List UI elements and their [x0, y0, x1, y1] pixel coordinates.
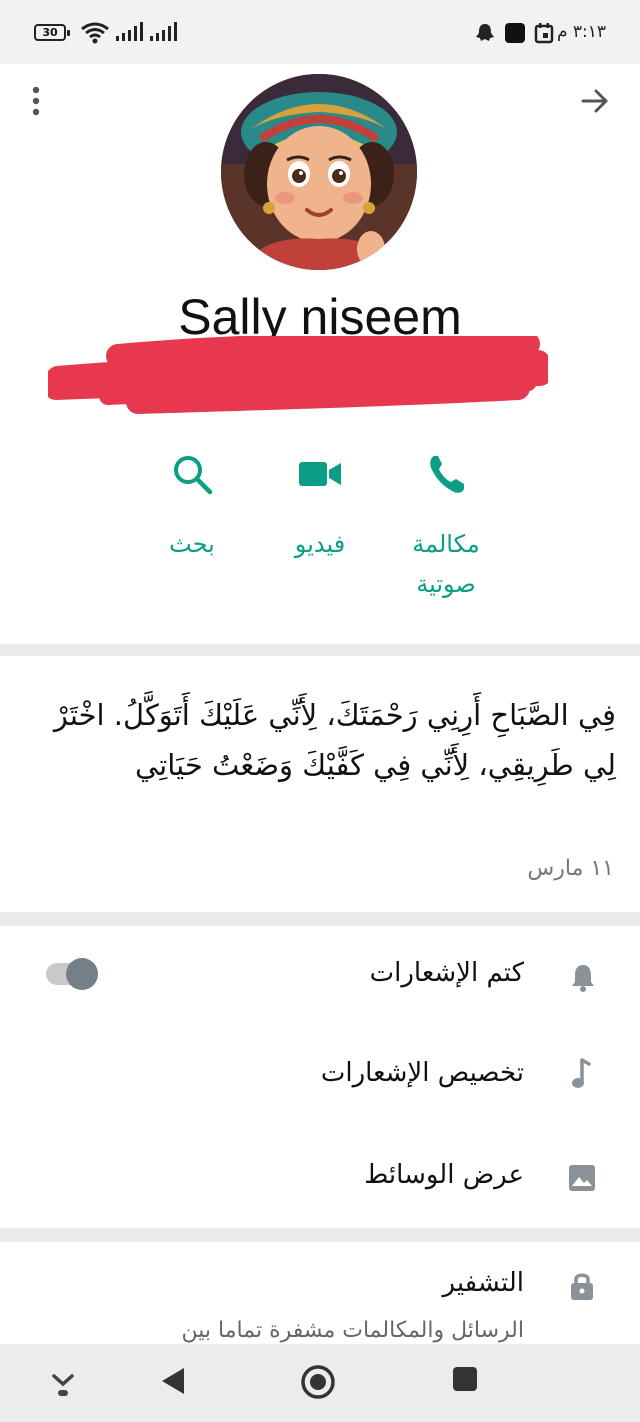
custom-notifications-row[interactable]: تخصيص الإشعارات	[0, 1046, 640, 1106]
voice-call-label: مكالمة صوتية	[412, 530, 480, 598]
recents-square-icon[interactable]	[452, 1366, 478, 1392]
signal-icon	[116, 22, 143, 41]
image-icon	[569, 1165, 595, 1191]
media-visibility-row[interactable]: عرض الوسائط	[0, 1148, 640, 1208]
chevron-down-icon[interactable]	[50, 1370, 76, 1400]
battery-level: 30	[42, 26, 58, 39]
system-nav-bar	[0, 1344, 640, 1422]
voice-call-button[interactable]: مكالمة صوتية	[376, 452, 516, 604]
custom-notifications-label: تخصيص الإشعارات	[320, 1058, 524, 1088]
avatar-illustration	[221, 74, 417, 270]
status-bar: 30 ٣:١٣ م	[0, 0, 640, 64]
mute-notifications-toggle[interactable]	[46, 958, 98, 990]
redaction-scribble	[48, 336, 548, 414]
signal-icon	[150, 22, 177, 41]
search-label: بحث	[169, 530, 215, 558]
arrow-right-icon[interactable]	[580, 86, 610, 116]
encryption-subtitle: الرسائل والمكالمات مشفرة تماما بين	[181, 1318, 524, 1343]
lock-icon	[571, 1273, 593, 1300]
video-call-label: فيديو	[294, 530, 346, 558]
back-triangle-icon[interactable]	[160, 1366, 186, 1396]
phone-icon	[430, 456, 464, 493]
video-icon	[299, 462, 341, 486]
clock: ٣:١٣ م	[556, 22, 606, 42]
avatar[interactable]	[221, 74, 417, 270]
encryption-title: التشفير	[442, 1268, 524, 1298]
about-status-text: فِي الصَّبَاحِ أَرِنِي رَحْمَتَكَ، لِأَن…	[53, 698, 616, 782]
square-icon	[505, 23, 525, 43]
bell-icon	[572, 965, 594, 992]
video-call-button[interactable]: فيديو	[250, 452, 390, 564]
ghost-icon	[476, 24, 494, 41]
search-button[interactable]: بحث	[122, 452, 262, 564]
toggle-knob	[66, 958, 98, 990]
mute-notifications-label: كتم الإشعارات	[369, 958, 524, 988]
battery-indicator: 30	[34, 24, 70, 41]
wifi-icon	[81, 22, 109, 44]
more-vertical-icon[interactable]	[30, 86, 42, 116]
music-note-icon	[572, 1058, 591, 1088]
calendar-icon	[534, 23, 554, 44]
about-date: ١١ مارس	[527, 856, 614, 881]
home-circle-icon[interactable]	[300, 1364, 336, 1400]
media-visibility-label: عرض الوسائط	[364, 1160, 524, 1190]
search-icon	[174, 456, 213, 495]
